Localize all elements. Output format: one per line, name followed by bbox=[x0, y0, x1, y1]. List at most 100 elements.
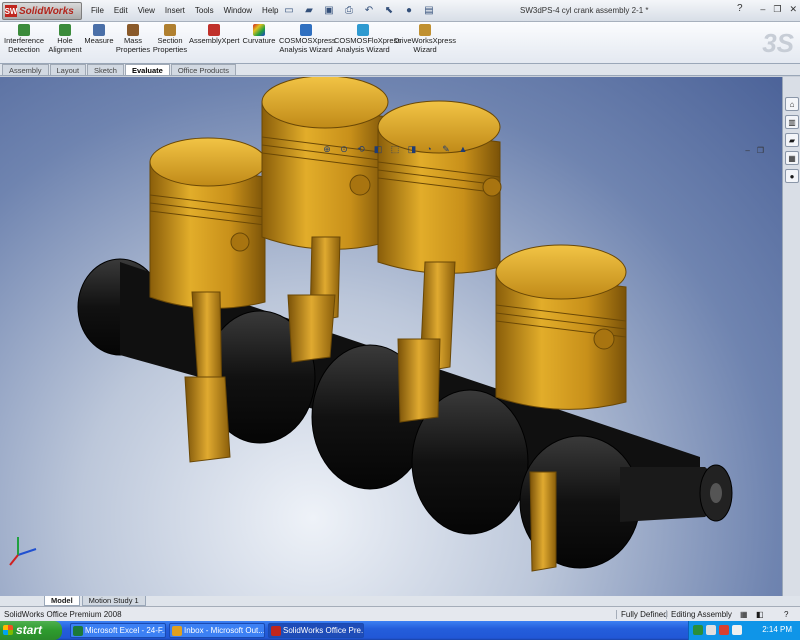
open-icon[interactable]: ▰ bbox=[300, 3, 318, 18]
design-library-icon[interactable]: ▥ bbox=[785, 115, 799, 129]
cmd-label: Alignment bbox=[48, 44, 82, 54]
ds-watermark-icon: 3S bbox=[762, 28, 794, 58]
menu-insert[interactable]: Insert bbox=[160, 4, 190, 17]
mass-properties-button[interactable]: Mass Properties bbox=[115, 24, 151, 54]
section-properties-icon bbox=[164, 24, 176, 36]
new-document-icon[interactable]: ▭ bbox=[280, 3, 298, 18]
tab-office-products[interactable]: Office Products bbox=[170, 64, 236, 75]
zoom-area-icon[interactable]: ⊙ bbox=[337, 143, 351, 155]
title-bar: SW SolidWorks File Edit View Insert Tool… bbox=[0, 0, 800, 22]
menu-view[interactable]: View bbox=[133, 4, 160, 17]
hole-alignment-icon bbox=[59, 24, 71, 36]
previous-view-icon[interactable]: ⟲ bbox=[354, 143, 368, 155]
clock: 2:14 PM bbox=[762, 625, 792, 634]
menu-window[interactable]: Window bbox=[219, 4, 257, 17]
options-icon[interactable]: ▤ bbox=[420, 3, 438, 18]
heads-up-view-toolbar: ⊕ ⊙ ⟲ ◧ ⬚ ◨ ◔ ✎ ▲ bbox=[320, 143, 470, 155]
interference-icon bbox=[18, 24, 30, 36]
help-controls: ? bbox=[737, 3, 743, 14]
cosmosxpress-icon bbox=[300, 24, 312, 36]
taskbar-item-excel[interactable]: Microsoft Excel - 24-F... bbox=[70, 623, 166, 638]
file-explorer-icon[interactable]: ▰ bbox=[785, 133, 799, 147]
hole-alignment-button[interactable]: Hole Alignment bbox=[48, 24, 82, 54]
excel-icon bbox=[73, 626, 83, 636]
select-icon[interactable]: ⬉ bbox=[380, 3, 398, 18]
quick-access-toolbar: ▭ ▰ ▣ ⎙ ↶ ⬉ ● ▤ bbox=[280, 3, 438, 18]
status-help-icon[interactable]: ? bbox=[784, 610, 788, 619]
rebuild-status-icon[interactable]: ▦ bbox=[740, 610, 748, 619]
windows-flag-icon bbox=[3, 625, 13, 635]
view-palette-icon[interactable]: ▦ bbox=[785, 151, 799, 165]
viewport-minimize-icon[interactable]: – bbox=[745, 146, 749, 155]
measure-icon bbox=[93, 24, 105, 36]
coordinate-triad-icon bbox=[9, 537, 37, 566]
undo-icon[interactable]: ↶ bbox=[360, 3, 378, 18]
hide-show-icon[interactable]: ◔ bbox=[422, 143, 436, 155]
task-label: Microsoft Excel - 24-F... bbox=[85, 626, 166, 635]
curvature-button[interactable]: Curvature bbox=[240, 24, 278, 46]
status-product: SolidWorks Office Premium 2008 bbox=[4, 610, 122, 619]
appearances-icon[interactable]: ● bbox=[785, 169, 799, 183]
tab-layout[interactable]: Layout bbox=[49, 64, 87, 75]
cosmosfloxpress-button[interactable]: COSMOSFloXpress Analysis Wizard bbox=[334, 24, 401, 54]
display-style-icon[interactable]: ◨ bbox=[405, 143, 419, 155]
measure-button[interactable]: Measure bbox=[84, 24, 114, 46]
section-properties-button[interactable]: Section Properties bbox=[152, 24, 188, 54]
assemblyxpert-icon bbox=[208, 24, 220, 36]
scene-icon[interactable]: ▲ bbox=[456, 143, 470, 155]
solidworks-logo[interactable]: SW SolidWorks bbox=[2, 2, 82, 20]
menu-edit[interactable]: Edit bbox=[109, 4, 133, 17]
start-label: start bbox=[16, 623, 43, 637]
start-button[interactable]: start bbox=[0, 621, 62, 640]
minimize-icon[interactable]: – bbox=[760, 4, 765, 15]
document-title: SW3dPS-4 cyl crank assembly 2-1 * bbox=[520, 6, 649, 15]
command-manager-tabs: Assembly Layout Sketch Evaluate Office P… bbox=[0, 64, 800, 76]
driveworks-icon bbox=[419, 24, 431, 36]
print-icon[interactable]: ⎙ bbox=[340, 3, 358, 18]
tab-evaluate[interactable]: Evaluate bbox=[124, 64, 170, 75]
menu-tools[interactable]: Tools bbox=[190, 4, 219, 17]
solidworks-logo-text: SolidWorks bbox=[19, 5, 74, 17]
tray-app-icon[interactable] bbox=[732, 625, 742, 635]
windows-taskbar: start Microsoft Excel - 24-F... Inbox - … bbox=[0, 621, 800, 640]
close-icon[interactable]: ✕ bbox=[789, 4, 797, 15]
model-tabs: Model Motion Study 1 bbox=[0, 596, 800, 606]
cmd-label: Analysis Wizard bbox=[336, 44, 390, 54]
mass-properties-icon bbox=[127, 24, 139, 36]
menu-file[interactable]: File bbox=[86, 4, 109, 17]
section-view-icon[interactable]: ◧ bbox=[371, 143, 385, 155]
cmd-label: AssemblyXpert bbox=[189, 36, 240, 45]
view-orientation-icon[interactable]: ⬚ bbox=[388, 143, 402, 155]
taskbar-item-solidworks[interactable]: SolidWorks Office Pre... bbox=[268, 623, 364, 638]
tab-motion-study-1[interactable]: Motion Study 1 bbox=[81, 596, 146, 606]
cosmosxpress-button[interactable]: COSMOSXpress Analysis Wizard bbox=[279, 24, 336, 54]
driveworksxpress-button[interactable]: DriveWorksXpress Wizard bbox=[394, 24, 456, 54]
interference-detection-button[interactable]: Interference Detection bbox=[2, 24, 46, 54]
edit-appearance-icon[interactable]: ✎ bbox=[439, 143, 453, 155]
tray-volume-icon[interactable] bbox=[706, 625, 716, 635]
save-icon[interactable]: ▣ bbox=[320, 3, 338, 18]
zoom-to-fit-icon[interactable]: ⊕ bbox=[320, 143, 334, 155]
command-manager: Interference Detection Hole Alignment Me… bbox=[0, 22, 800, 64]
tab-sketch[interactable]: Sketch bbox=[87, 64, 124, 75]
tab-assembly[interactable]: Assembly bbox=[2, 64, 49, 75]
solidworks-resources-icon[interactable]: ⌂ bbox=[785, 97, 799, 111]
restore-icon[interactable]: ❐ bbox=[773, 4, 781, 15]
tray-security-icon[interactable] bbox=[719, 625, 729, 635]
units-icon[interactable]: ◧ bbox=[756, 610, 764, 619]
task-label: SolidWorks Office Pre... bbox=[283, 626, 364, 635]
cmd-label: Properties bbox=[152, 44, 188, 54]
help-icon[interactable]: ? bbox=[737, 3, 743, 14]
viewport-restore-icon[interactable]: ❐ bbox=[757, 146, 764, 155]
tray-network-icon[interactable] bbox=[693, 625, 703, 635]
system-tray: 2:14 PM bbox=[688, 621, 800, 640]
cmd-label: Curvature bbox=[242, 36, 276, 45]
rebuild-icon[interactable]: ● bbox=[400, 3, 418, 18]
taskbar-item-outlook[interactable]: Inbox - Microsoft Out... bbox=[169, 623, 265, 638]
graphics-area[interactable]: ⊕ ⊙ ⟲ ◧ ⬚ ◨ ◔ ✎ ▲ – ❐ bbox=[0, 77, 782, 596]
menu-bar: File Edit View Insert Tools Window Help bbox=[86, 4, 284, 17]
curvature-icon bbox=[253, 24, 265, 36]
solidworks-icon bbox=[271, 626, 281, 636]
tab-model[interactable]: Model bbox=[44, 596, 80, 606]
assemblyxpert-button[interactable]: AssemblyXpert bbox=[189, 24, 239, 46]
